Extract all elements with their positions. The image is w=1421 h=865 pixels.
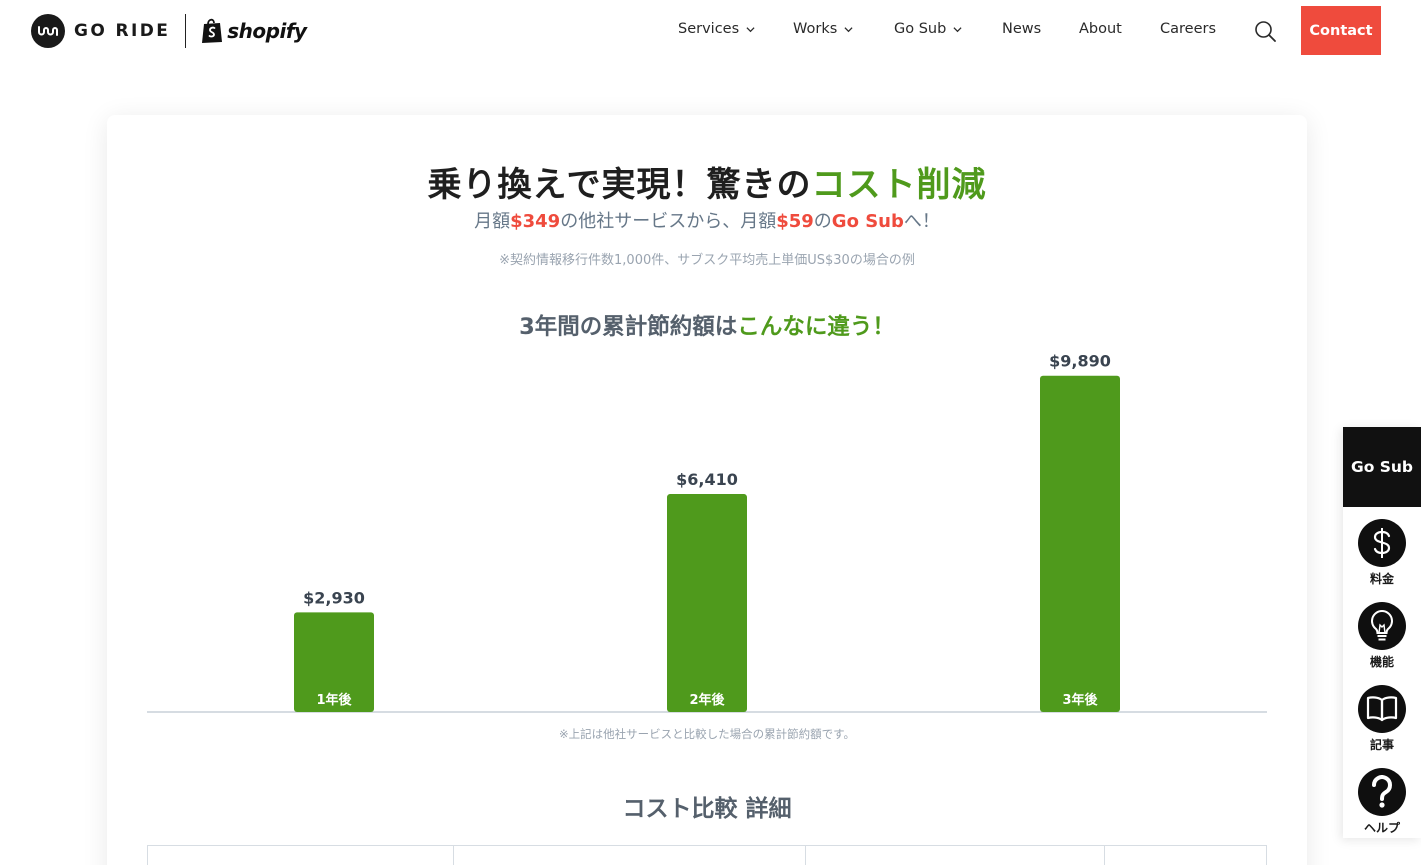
chart-value-label: $2,930 [303,588,365,607]
chart-value-label: $6,410 [676,470,738,489]
comparison-title: コスト比較 詳細 [622,796,792,822]
chart-title-main: 3年間の累計節約額は [519,314,738,340]
side-item-label: ヘルプ [1363,821,1400,835]
nav-item-label: Works [793,21,838,37]
chevron-down-icon [844,26,853,32]
shopify-bag-icon [202,18,223,43]
nav-item-news[interactable]: News [1002,21,1041,37]
savings-bar-chart: $2,930 1年後 $6,410 2年後 $9,890 3年後 [147,352,1267,713]
side-item-label: 記事 [1369,738,1394,752]
price-comparison-line: 月額$349の他社サービスから、月額$59のGo Subへ！ [107,207,1307,233]
nav-item-label: News [1002,21,1042,37]
side-item-label: 機能 [1369,655,1394,669]
chart-category-label: 1年後 [316,692,352,708]
contact-button[interactable]: Contact [1301,6,1381,55]
question-icon [1358,768,1406,816]
brand-logo[interactable]: GO RIDE shopify [31,13,307,49]
product-name: Go Sub [831,211,904,232]
sub-text-2: の他社サービスから、月額 [560,211,777,232]
shopify-wordmark: shopify [227,19,307,43]
nav-item-careers[interactable]: Careers [1160,21,1216,37]
page-title: 乗り換えで実現！驚きのコスト削減 [107,157,1307,206]
side-quick-menu: Go Sub 料金 機能 記事 ヘルプ [1343,427,1421,838]
search-icon[interactable] [1254,20,1276,42]
side-item-label: 料金 [1369,572,1394,586]
nav-item-go-sub[interactable]: Go Sub [894,21,962,37]
table-column-divider [1104,846,1105,865]
new-price: $59 [776,211,814,232]
nav-item-services[interactable]: Services [678,21,755,37]
logo-divider [185,14,187,48]
chart-title: 3年間の累計節約額はこんなに違う！ [107,309,1307,341]
side-item-articles[interactable]: 記事 [1343,679,1421,759]
chart-caption: ※上記は他社サービスと比較した場合の累計節約額です。 [559,727,855,741]
goride-wordmark: GO RIDE [74,21,171,41]
goride-logo-icon [31,14,65,48]
nav-item-label: Careers [1160,21,1217,37]
sub-text-3: の [813,211,832,232]
headline-accent: コスト削減 [811,165,987,205]
book-icon [1358,685,1406,733]
chevron-down-icon [746,26,755,32]
nav-item-label: Go Sub [894,21,947,37]
sub-text-4: へ！ [903,211,940,232]
side-item-help[interactable]: ヘルプ [1343,762,1421,842]
nav-item-label: About [1079,21,1122,37]
headline-main: 乗り換えで実現！驚きの [427,165,812,205]
side-item-features[interactable]: 機能 [1343,596,1421,676]
old-price: $349 [510,211,561,232]
sub-text-1: 月額 [474,211,511,232]
table-column-divider [805,846,806,865]
nav-item-works[interactable]: Works [793,21,853,37]
chart-category-label: 3年後 [1062,692,1098,708]
chart-bar [667,494,747,712]
chart-title-accent: こんなに違う！ [737,314,895,340]
side-gosub-tab[interactable]: Go Sub [1343,427,1421,507]
nav-item-label: Services [678,21,740,37]
side-item-pricing[interactable]: 料金 [1343,513,1421,593]
assumption-note: ※契約情報移行件数1,000件、サブスク平均売上単価US$30の場合の例 [499,253,915,268]
comparison-table [147,845,1267,865]
nav-item-about[interactable]: About [1079,21,1122,37]
dollar-icon [1358,519,1406,567]
chart-category-label: 2年後 [689,692,725,708]
chart-bar [1040,375,1120,712]
chevron-down-icon [953,26,962,32]
lightbulb-icon [1358,602,1406,650]
chart-value-label: $9,890 [1049,352,1111,371]
site-header: GO RIDE shopify Services Works Go Sub News A… [0,0,1421,62]
cost-reduction-card: 乗り換えで実現！驚きのコスト削減 月額$349の他社サービスから、月額$59のG… [107,115,1307,865]
table-column-divider [453,846,454,865]
